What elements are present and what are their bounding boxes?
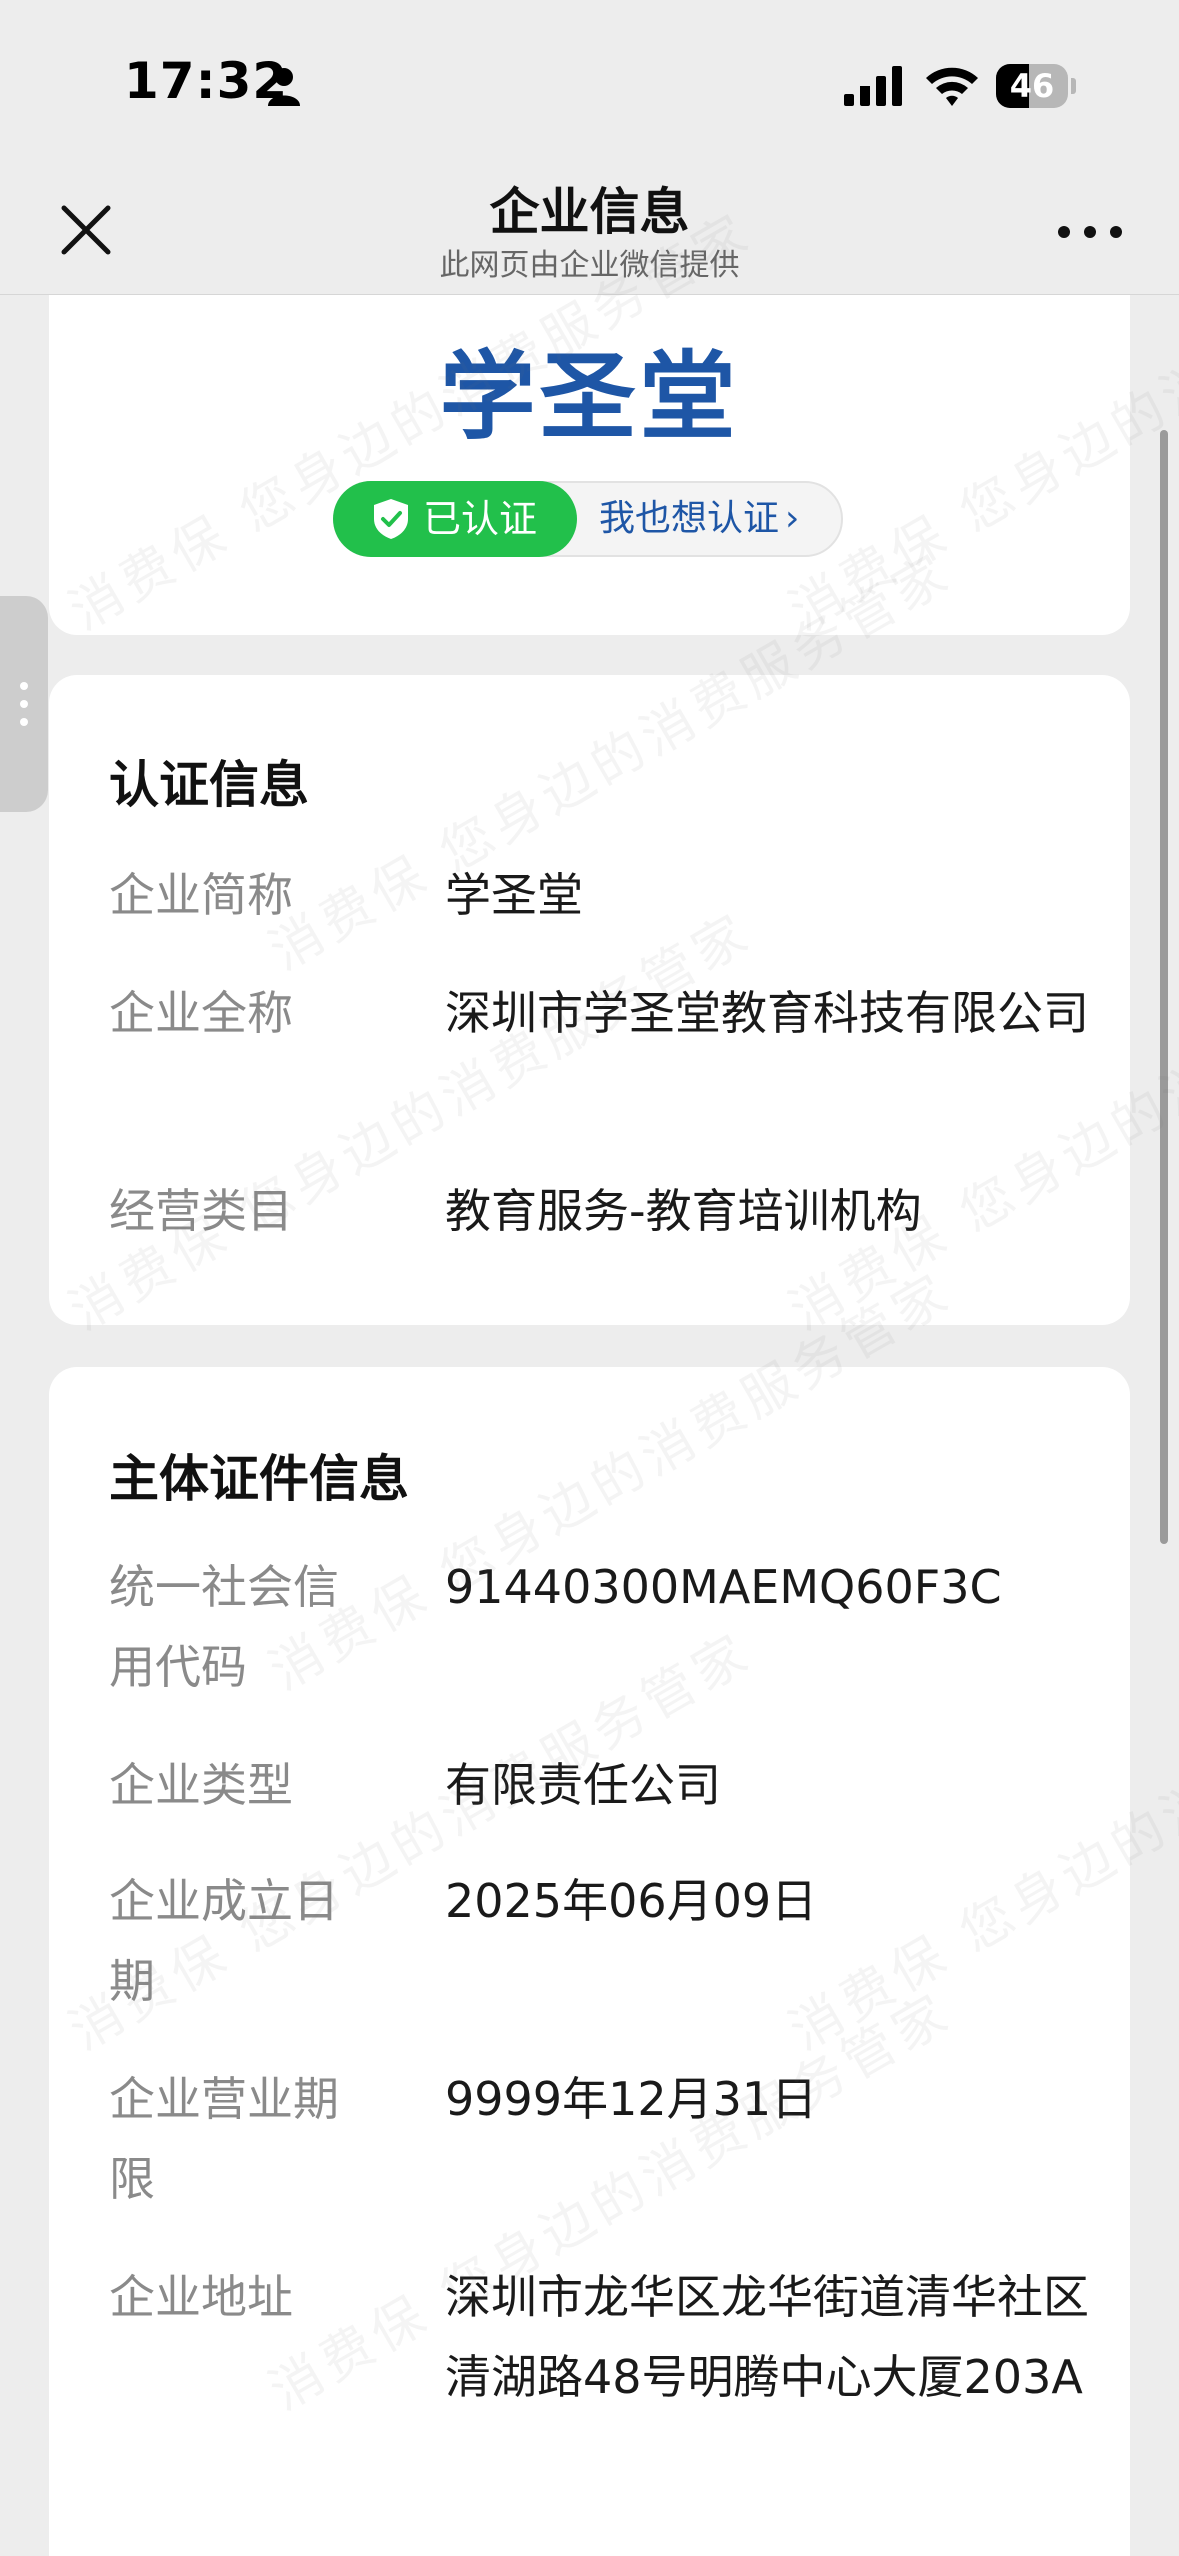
row-value: 深圳市学圣堂教育科技有限公司 xyxy=(445,986,1089,1040)
battery-cap xyxy=(1071,78,1076,94)
cert-info-title: 认证信息 xyxy=(109,756,309,814)
row-label: 企业类型 xyxy=(109,1758,293,1812)
cert-info-card: 认证信息 企业简称 学圣堂 企业全称 深圳市学圣堂教育科技有限公司 经营类目 教… xyxy=(49,675,1130,1325)
battery-body: 46 xyxy=(996,64,1068,108)
want-verify-link[interactable]: 我也想认证 › xyxy=(599,483,799,555)
verify-row: 已认证 我也想认证 › xyxy=(333,481,843,557)
scrollbar[interactable] xyxy=(1160,430,1168,1544)
want-verify-label: 我也想认证 xyxy=(599,498,780,539)
row-value: 9999年12月31日 xyxy=(445,2072,818,2126)
battery-icon: 46 xyxy=(996,64,1076,108)
row-label: 企业营业期限 xyxy=(109,2072,339,2206)
row-label: 统一社会信用代码 xyxy=(109,1560,339,1694)
row-label: 经营类目 xyxy=(109,1184,293,1238)
shield-check-icon xyxy=(374,499,408,539)
row-value: 教育服务-教育培训机构 xyxy=(445,1184,922,1238)
battery-level: 46 xyxy=(1009,67,1055,105)
person-icon xyxy=(268,68,300,106)
page-subtitle: 此网页由企业微信提供 xyxy=(439,248,740,283)
nav-bar: 企业信息 此网页由企业微信提供 xyxy=(0,170,1179,295)
row-value: 2025年06月09日 xyxy=(445,1874,818,1928)
close-icon[interactable] xyxy=(50,194,122,266)
status-bar: 17:32 46 xyxy=(0,0,1179,170)
side-floating-handle[interactable] xyxy=(0,596,48,812)
status-time: 17:32 xyxy=(124,52,289,110)
verified-badge: 已认证 xyxy=(333,481,577,557)
row-label: 企业成立日期 xyxy=(109,1874,339,2008)
row-label: 企业地址 xyxy=(109,2270,293,2324)
row-value: 深圳市龙华区龙华街道清华社区清湖路48号明腾中心大厦203A xyxy=(445,2270,1089,2404)
content-scroll-area[interactable]: 学圣堂 已认证 我也想认证 › 认证信息 企业简称 学圣堂 企业全称 深圳市学圣堂… xyxy=(0,295,1179,2556)
chevron-right-icon: › xyxy=(785,498,800,539)
row-label: 企业简称 xyxy=(109,868,293,922)
row-value: 学圣堂 xyxy=(445,868,583,922)
verified-label: 已认证 xyxy=(423,497,538,541)
row-label: 企业全称 xyxy=(109,986,293,1040)
subject-info-card: 主体证件信息 统一社会信用代码 91440300MAEMQ60F3C 企业类型 … xyxy=(49,1367,1130,2556)
company-header-card: 学圣堂 已认证 我也想认证 › xyxy=(49,295,1130,635)
row-value: 有限责任公司 xyxy=(445,1758,721,1812)
subject-info-title: 主体证件信息 xyxy=(109,1450,409,1508)
wifi-icon xyxy=(926,67,978,106)
company-name: 学圣堂 xyxy=(439,341,740,453)
nav-title-block: 企业信息 此网页由企业微信提供 xyxy=(250,180,929,286)
more-options-icon[interactable] xyxy=(1054,212,1126,252)
row-value: 91440300MAEMQ60F3C xyxy=(445,1560,1002,1614)
page-title: 企业信息 xyxy=(489,183,690,241)
drag-handle-icon xyxy=(20,682,28,726)
cellular-signal-icon xyxy=(844,66,902,106)
